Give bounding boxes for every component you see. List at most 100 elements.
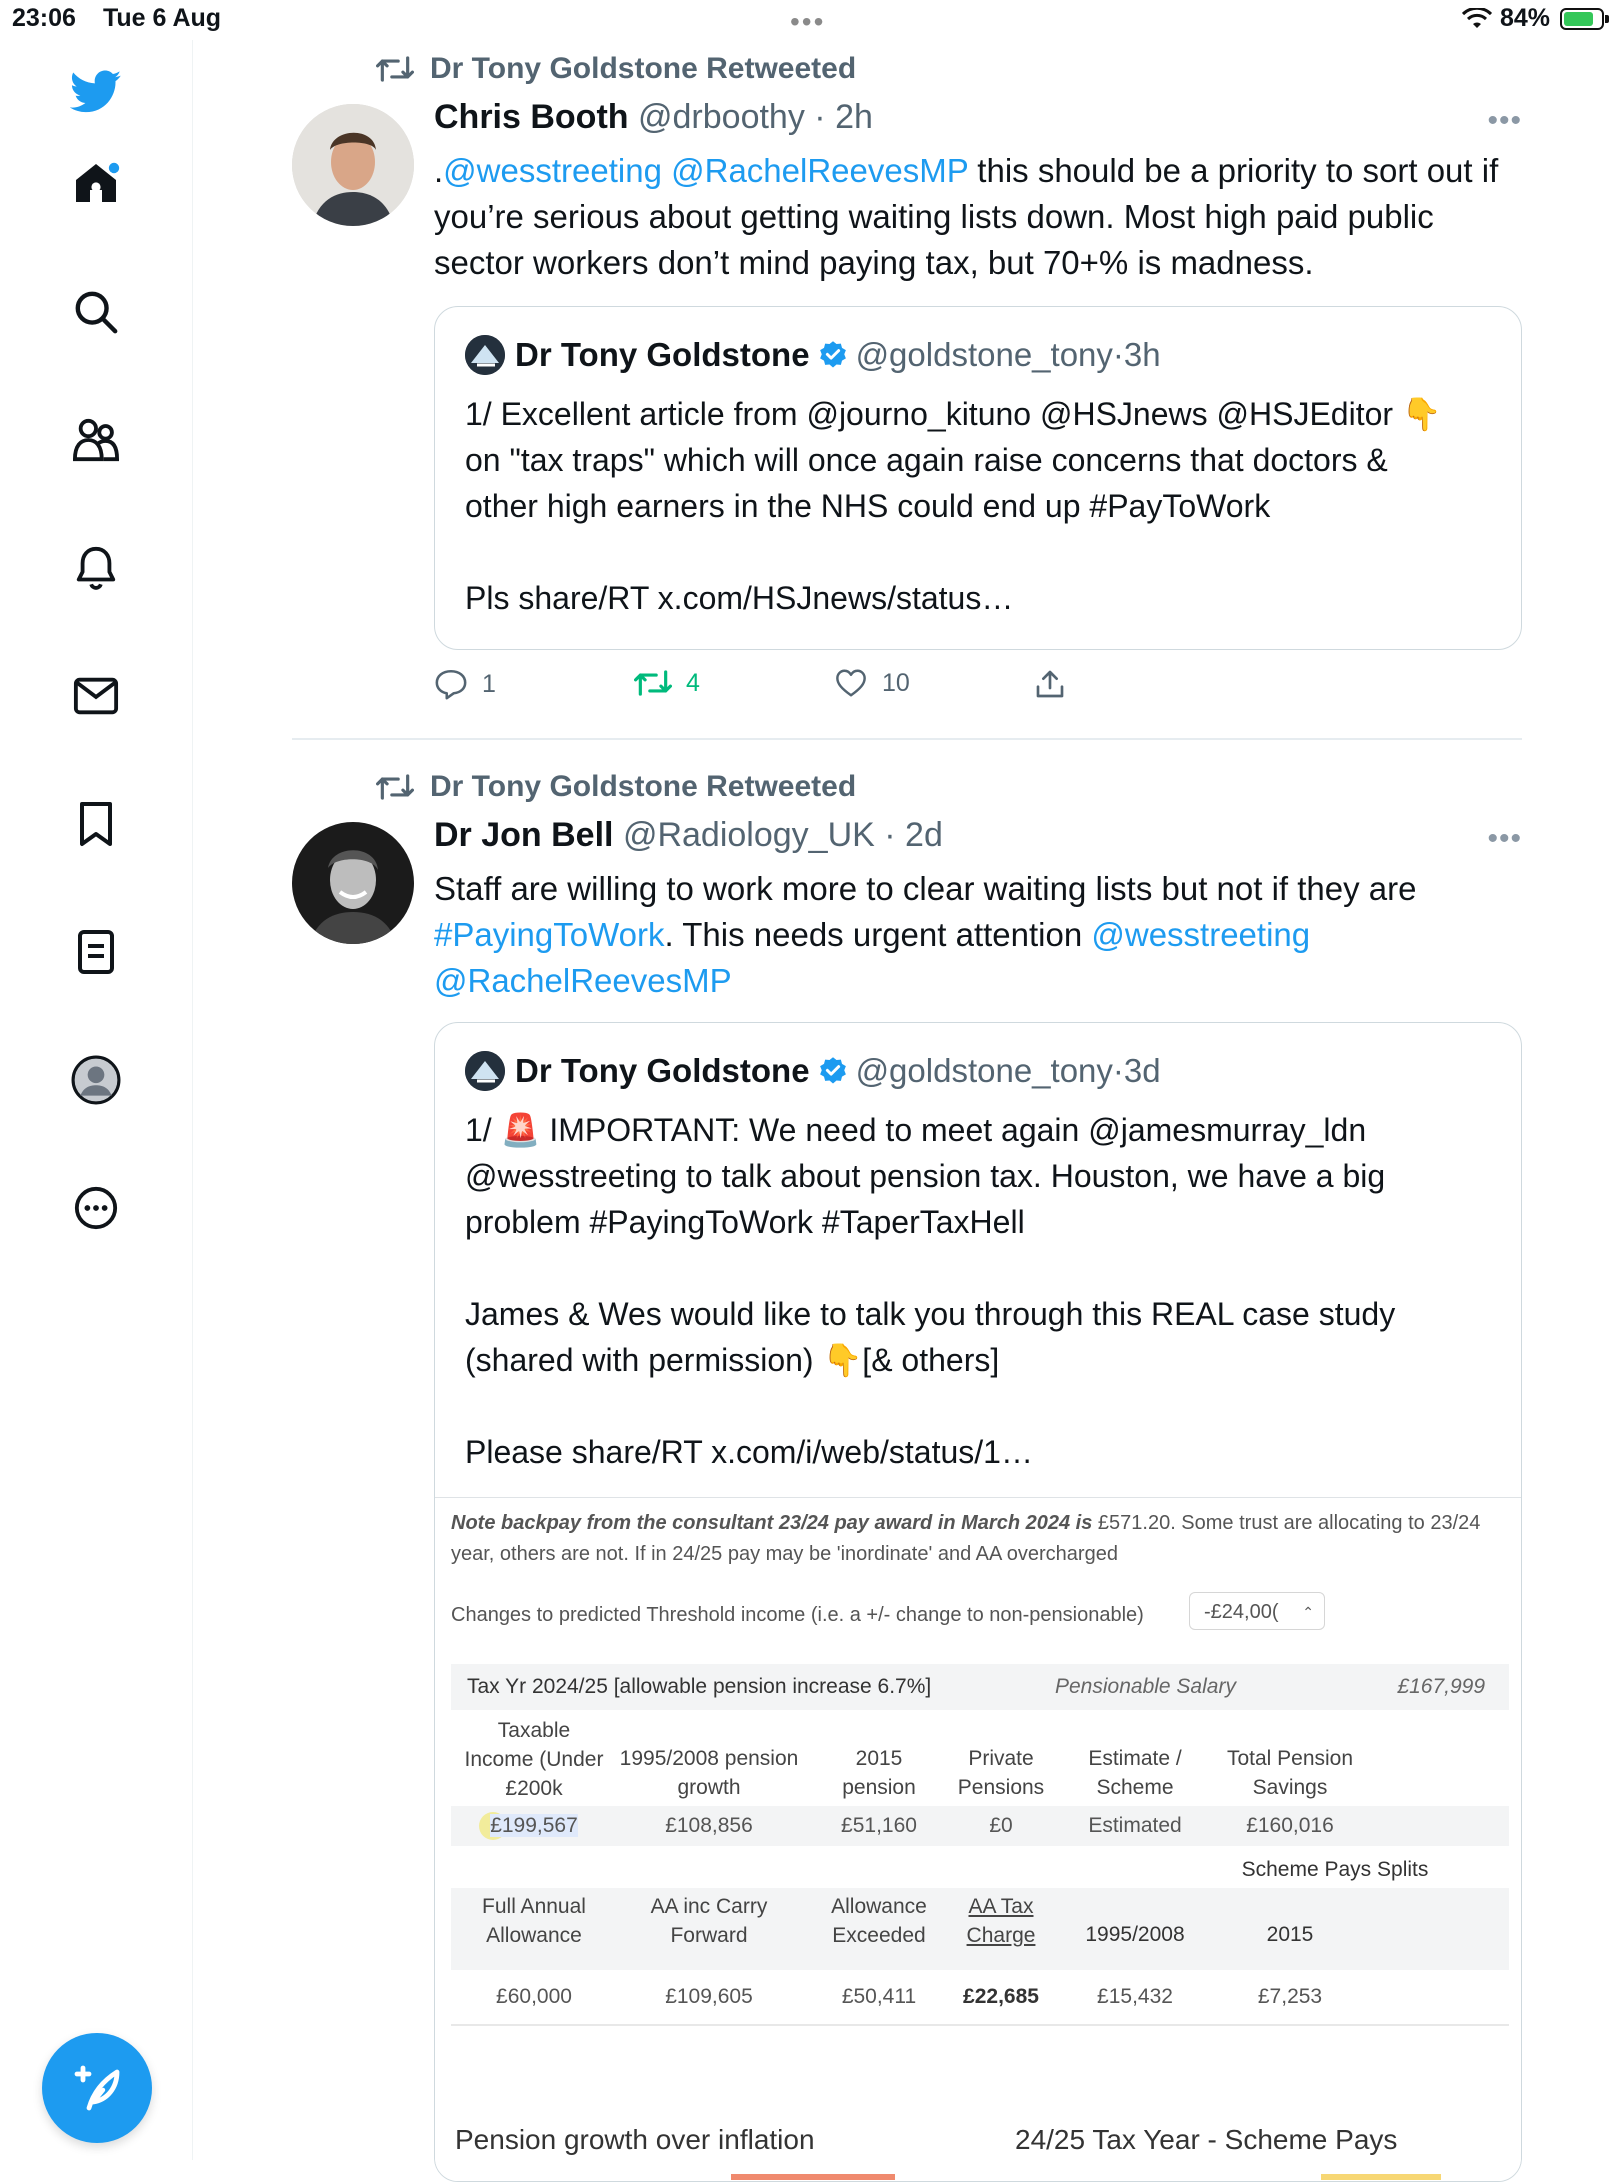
share-icon <box>1036 670 1064 698</box>
header-1995-2008-growth: 1995/2008 pension growth <box>619 1747 799 1799</box>
value-total-pension-savings: £160,016 <box>1246 1814 1334 1837</box>
quoted-tweet-text: 1/ Excellent article from @journo_kituno… <box>465 396 1442 616</box>
quoted-author-name: Dr Tony Goldstone <box>515 336 810 373</box>
value-full-annual-allowance: £60,000 <box>496 1985 572 2008</box>
siren-emoji: 🚨 <box>500 1112 541 1148</box>
twitter-logo-icon[interactable] <box>70 66 122 118</box>
bookmarks-icon[interactable] <box>70 798 122 850</box>
header-allowance-exceeded: Allowance Exceeded <box>831 1895 927 1947</box>
tweet-card[interactable]: Dr Tony Goldstone Retweeted Dr Jon Bell … <box>292 766 1522 2182</box>
quoted-author-name: Dr Tony Goldstone <box>515 1052 810 1089</box>
quoted-tweet[interactable]: Dr Tony Goldstone @goldstone_tony · 3h 1… <box>434 306 1522 650</box>
tweet-header: Dr Jon Bell @Radiology_UK · 2d <box>434 816 943 854</box>
hashtag-link[interactable]: #PayingToWork <box>434 916 665 953</box>
avatar[interactable] <box>292 104 414 226</box>
heart-icon <box>836 669 866 697</box>
author-handle[interactable]: @drboothy <box>638 98 805 136</box>
reply-icon <box>435 669 467 700</box>
tweet-time[interactable]: 2h <box>835 98 873 136</box>
mention-link[interactable]: @RachelReevesMP <box>434 962 732 999</box>
value-1995-2008-growth: £108,856 <box>665 1814 753 1837</box>
header-aa-carry-forward: AA inc Carry Forward <box>650 1895 768 1947</box>
home-icon[interactable] <box>70 158 122 210</box>
sheet-note: Note backpay from the consultant 23/24 p… <box>451 1512 1481 1565</box>
header-aa-tax-charge: AA Tax Charge <box>966 1895 1036 1947</box>
chart-title-pension-growth: Pension growth over inflation <box>455 2124 815 2155</box>
search-icon[interactable] <box>70 286 122 338</box>
lists-icon[interactable] <box>70 926 122 978</box>
mention-link[interactable]: @wesstreeting <box>1091 916 1310 953</box>
quoted-tweet-text: 1/ 🚨 IMPORTANT: We need to meet again @j… <box>465 1112 1396 1470</box>
value-2015-split: £7,253 <box>1257 1985 1323 2008</box>
multitasking-dots-icon[interactable]: ••• <box>790 6 825 38</box>
mention-link[interactable]: @RachelReevesMP <box>671 152 968 189</box>
value-1995-2008-split: £15,432 <box>1097 1985 1173 2008</box>
like-count: 10 <box>882 668 910 697</box>
more-options-icon[interactable]: ••• <box>1487 822 1522 856</box>
verified-badge-icon <box>819 341 846 368</box>
quoted-author-handle: @goldstone_tony <box>855 336 1113 373</box>
tweet-time[interactable]: 2d <box>905 816 943 854</box>
value-estimate-scheme: Estimated <box>1088 1814 1182 1837</box>
tweet-text: Staff are willing to work more to clear … <box>434 870 1417 999</box>
header-full-annual-allowance: Full Annual Allowance <box>482 1895 586 1947</box>
value-aa-carry-forward: £109,605 <box>665 1985 753 2008</box>
status-bar: 23:06 Tue 6 Aug ••• 84% <box>0 0 1620 40</box>
attached-image-spreadsheet[interactable]: Note backpay from the consultant 23/24 p… <box>435 1497 1521 2181</box>
author-handle[interactable]: @Radiology_UK <box>623 816 875 854</box>
header-2015-split: 2015 <box>1266 1923 1314 1946</box>
more-options-icon[interactable]: ••• <box>1487 104 1522 138</box>
profile-avatar-icon[interactable] <box>70 1054 122 1106</box>
quoted-avatar <box>465 335 505 375</box>
notifications-bell-icon[interactable] <box>70 542 122 594</box>
header-private-pensions: Private Pensions <box>957 1747 1045 1799</box>
compose-tweet-button[interactable] <box>42 2033 152 2143</box>
threshold-change-stepper: -£24,00(⌃ <box>1189 1592 1325 1630</box>
tweet-divider <box>292 738 1522 740</box>
header-1995-2008-split: 1995/2008 <box>1085 1923 1185 1946</box>
reply-count: 1 <box>482 669 496 698</box>
retweet-button[interactable]: 4 <box>634 668 700 698</box>
status-date: Tue 6 Aug <box>103 4 222 32</box>
tax-year-label: Tax Yr 2024/25 [allowable pension increa… <box>467 1675 932 1698</box>
value-2015-growth: £51,160 <box>841 1814 917 1837</box>
retweeted-by-label: Dr Tony Goldstone Retweeted <box>430 52 857 85</box>
retweet-context: Dr Tony Goldstone Retweeted <box>376 52 856 86</box>
tweet-card[interactable]: Dr Tony Goldstone Retweeted Chris Booth … <box>292 48 1522 738</box>
messages-envelope-icon[interactable] <box>70 670 122 722</box>
retweet-icon <box>376 774 414 800</box>
status-time: 23:06 <box>12 4 76 32</box>
chart-title-scheme-pays: 24/25 Tax Year - Scheme Pays <box>1015 2124 1398 2155</box>
retweet-icon <box>634 670 672 696</box>
scheme-pays-splits-label: Scheme Pays Splits <box>1241 1858 1429 1881</box>
quoted-tweet-time: 3h <box>1123 336 1161 373</box>
quoted-tweet-header: Dr Tony Goldstone @goldstone_tony · 3h <box>465 335 1161 375</box>
retweeted-by-label: Dr Tony Goldstone Retweeted <box>430 770 857 803</box>
feather-plus-icon <box>74 2065 120 2111</box>
battery-percent: 84% <box>1500 4 1551 32</box>
avatar[interactable] <box>292 822 414 944</box>
reply-button[interactable]: 1 <box>434 668 496 700</box>
value-allowance-exceeded: £50,411 <box>841 1985 917 2008</box>
quoted-tweet[interactable]: Dr Tony Goldstone @goldstone_tony · 3d 1… <box>434 1022 1522 2182</box>
retweet-count: 4 <box>686 668 700 697</box>
quoted-avatar <box>465 1051 505 1091</box>
value-private-pensions: £0 <box>989 1814 1013 1837</box>
threshold-change-label: Changes to predicted Threshold income (i… <box>451 1604 1144 1626</box>
more-options-icon[interactable] <box>70 1182 122 1234</box>
retweet-icon <box>376 56 414 82</box>
pensionable-salary-label: Pensionable Salary <box>1055 1675 1236 1698</box>
mention-link[interactable]: @wesstreeting <box>443 152 662 189</box>
like-button[interactable]: 10 <box>834 668 910 698</box>
header-estimate-scheme: Estimate / Scheme <box>1088 1747 1182 1799</box>
communities-icon[interactable] <box>70 414 122 466</box>
quoted-author-handle: @goldstone_tony <box>855 1052 1113 1089</box>
chart-bar-red <box>731 2174 895 2180</box>
author-name[interactable]: Dr Jon Bell <box>434 816 613 854</box>
header-total-pension-savings: Total Pension Savings <box>1226 1747 1354 1799</box>
author-name[interactable]: Chris Booth <box>434 98 629 136</box>
value-aa-tax-charge: £22,685 <box>963 1985 1039 2008</box>
tweet-text: .@wesstreeting @RachelReevesMP this shou… <box>434 152 1499 281</box>
share-button[interactable] <box>1034 668 1066 700</box>
value-taxable-income[interactable]: £199,567 <box>461 1811 607 1840</box>
